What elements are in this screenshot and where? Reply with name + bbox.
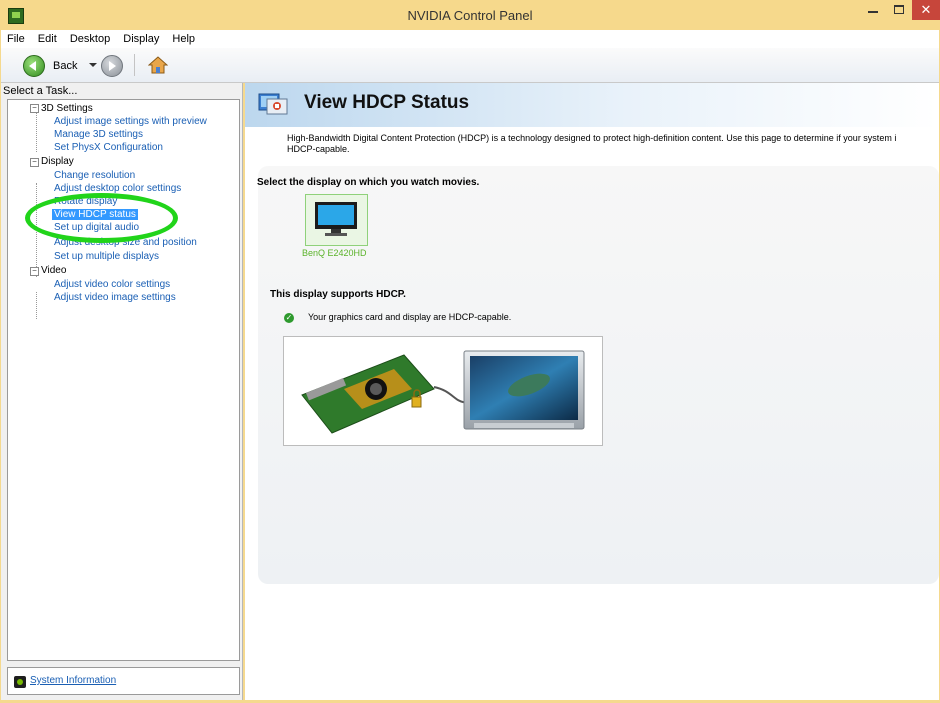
collapse-toggle-icon[interactable]: − — [30, 158, 39, 167]
toolbar: Back — [1, 48, 939, 83]
minimize-icon — [868, 11, 878, 13]
hdcp-support-heading: This display supports HDCP. — [270, 289, 406, 300]
content-pane: View HDCP Status High-Bandwidth Digital … — [245, 83, 939, 700]
menu-edit[interactable]: Edit — [32, 30, 61, 45]
task-tree: − 3D Settings Adjust image settings with… — [7, 99, 240, 661]
monitor-icon — [315, 202, 357, 236]
forward-arrow-icon[interactable] — [101, 55, 123, 77]
collapse-toggle-icon[interactable]: − — [30, 267, 39, 276]
page-header: View HDCP Status — [245, 83, 939, 127]
menu-help[interactable]: Help — [166, 30, 199, 45]
tree-item-physx-configuration[interactable]: Set PhysX Configuration — [54, 142, 163, 153]
toolbar-separator — [134, 54, 135, 76]
graphics-card-to-display-illustration — [301, 350, 585, 434]
window-title: NVIDIA Control Panel — [407, 8, 533, 23]
menu-display[interactable]: Display — [117, 30, 163, 45]
tree-item-change-resolution[interactable]: Change resolution — [54, 170, 135, 181]
system-information-panel: System Information — [7, 667, 240, 695]
back-button[interactable]: Back — [53, 60, 77, 72]
tree-item-video-image-settings[interactable]: Adjust video image settings — [54, 292, 176, 303]
home-icon[interactable] — [148, 56, 168, 74]
minimize-button[interactable] — [860, 0, 886, 20]
category-3d-settings[interactable]: 3D Settings — [41, 103, 93, 114]
back-dropdown-icon[interactable] — [89, 63, 97, 67]
maximize-button[interactable] — [886, 0, 912, 20]
hdcp-status-message: Your graphics card and display are HDCP-… — [308, 312, 512, 322]
tree-item-video-color-settings[interactable]: Adjust video color settings — [54, 279, 170, 290]
description-line-2: HDCP-capable. — [287, 144, 350, 154]
highlight-annotation — [25, 193, 178, 243]
tree-item-desktop-color-settings[interactable]: Adjust desktop color settings — [54, 183, 181, 194]
tree-item-manage-3d-settings[interactable]: Manage 3D settings — [54, 129, 143, 140]
page-description: High-Bandwidth Digital Content Protectio… — [287, 133, 937, 155]
title-bar: NVIDIA Control Panel ✕ — [0, 0, 940, 30]
tree-item-adjust-image-settings[interactable]: Adjust image settings with preview — [54, 116, 207, 127]
system-information-link[interactable]: System Information — [30, 675, 116, 686]
display-name-label: BenQ E2420HD — [302, 248, 367, 258]
back-arrow-icon[interactable] — [23, 55, 45, 77]
close-icon: ✕ — [920, 2, 932, 17]
category-display[interactable]: Display — [41, 156, 74, 167]
page-title: View HDCP Status — [304, 92, 470, 113]
checkmark-icon: ✓ — [284, 313, 294, 323]
hdcp-page-icon — [258, 93, 288, 115]
description-line-1: High-Bandwidth Digital Content Protectio… — [287, 133, 897, 143]
tree-connector — [36, 112, 37, 152]
hdcp-illustration — [283, 336, 603, 446]
task-pane: Select a Task... − 3D Settings Adjust im… — [1, 83, 243, 700]
collapse-toggle-icon[interactable]: − — [30, 104, 39, 113]
close-button[interactable]: ✕ — [912, 0, 940, 20]
category-video[interactable]: Video — [41, 265, 66, 276]
tree-item-multiple-displays[interactable]: Set up multiple displays — [54, 251, 159, 262]
select-task-label: Select a Task... — [3, 85, 78, 97]
maximize-icon — [894, 5, 904, 14]
menu-desktop[interactable]: Desktop — [64, 30, 114, 45]
menu-bar: File Edit Desktop Display Help — [1, 30, 939, 48]
nvidia-logo-icon — [14, 676, 26, 688]
menu-file[interactable]: File — [1, 30, 29, 45]
display-selector[interactable] — [305, 194, 368, 246]
tree-connector — [36, 292, 37, 319]
select-display-heading: Select the display on which you watch mo… — [257, 177, 480, 188]
